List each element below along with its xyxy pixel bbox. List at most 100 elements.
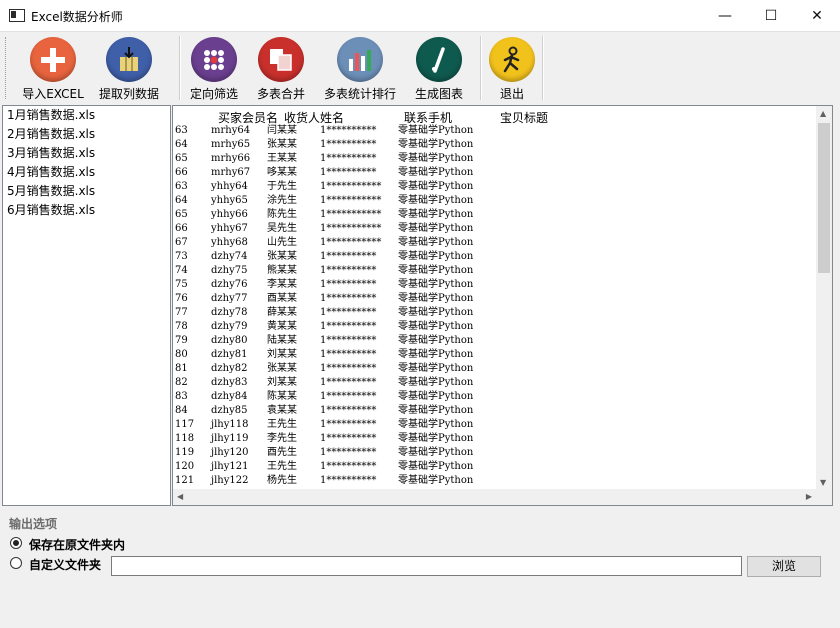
table-row[interactable]: 65 yhhy66 陈先生 1*********** 零基础学Python [175, 208, 815, 222]
radio-save-original-label[interactable]: 保存在原文件夹内 [29, 536, 125, 553]
table-row[interactable]: 81 dzhy82 张某某 1********** 零基础学Python [175, 362, 815, 376]
browse-button[interactable]: 浏览 [747, 556, 821, 577]
toolbar-separator [480, 36, 482, 100]
radio-custom-folder-label[interactable]: 自定义文件夹 [29, 556, 101, 573]
extract-column-button[interactable]: 提取列数据 [95, 34, 163, 102]
table-row[interactable]: 78 dzhy79 黄某某 1********** 零基础学Python [175, 320, 815, 334]
table-row[interactable]: 77 dzhy78 薛某某 1********** 零基础学Python [175, 306, 815, 320]
data-view[interactable]: 买家会员名 收货人姓名 联系手机 宝贝标题 63 mrhy64 闫某某 1******… [172, 105, 833, 506]
table-cell: dzhy80 [211, 335, 248, 346]
merge-tables-button[interactable]: 多表合并 [253, 34, 309, 102]
table-row[interactable]: 121 jlhy122 杨先生 1********** 零基础学Python [175, 474, 815, 488]
table-row[interactable]: 64 mrhy65 张某某 1********** 零基础学Python [175, 138, 815, 152]
minimize-button[interactable]: — [702, 0, 748, 31]
table-cell: dzhy85 [211, 405, 248, 416]
vertical-scroll-thumb[interactable] [818, 123, 830, 273]
table-row[interactable]: 84 dzhy85 袁某某 1********** 零基础学Python [175, 404, 815, 418]
horizontal-scrollbar[interactable]: ◀ ▶ [173, 489, 816, 505]
table-row[interactable]: 66 yhhy67 吴先生 1*********** 零基础学Python [175, 222, 815, 236]
file-item[interactable]: 6月销售数据.xls [3, 201, 170, 220]
table-cell: 闫某某 [267, 125, 297, 136]
generate-chart-button[interactable]: 生成图表 [411, 34, 467, 102]
table-cell: 1********** [320, 279, 377, 290]
vertical-scrollbar[interactable]: ▲ ▼ [816, 106, 832, 490]
table-row[interactable]: 73 dzhy74 张某某 1********** 零基础学Python [175, 250, 815, 264]
table-cell: 零基础学Python [398, 293, 474, 304]
scroll-right-arrow-icon[interactable]: ▶ [806, 492, 812, 501]
table-row[interactable]: 63 yhhy64 于先生 1*********** 零基础学Python [175, 180, 815, 194]
table-row[interactable]: 118 jlhy119 李先生 1********** 零基础学Python [175, 432, 815, 446]
table-cell: 1*********** [320, 223, 382, 234]
file-item[interactable]: 1月销售数据.xls [3, 106, 170, 125]
extract-column-label: 提取列数据 [98, 87, 159, 101]
table-cell: 刘某某 [267, 349, 297, 360]
table-cell: 熊某某 [267, 265, 297, 276]
scroll-down-arrow-icon[interactable]: ▼ [820, 478, 826, 487]
table-cell: 黄某某 [267, 321, 297, 332]
import-excel-button[interactable]: 导入EXCEL [21, 34, 85, 102]
file-item[interactable]: 2月销售数据.xls [3, 125, 170, 144]
radio-save-original[interactable] [10, 537, 22, 549]
file-item[interactable]: 3月销售数据.xls [3, 144, 170, 163]
table-row[interactable]: 82 dzhy83 刘某某 1********** 零基础学Python [175, 376, 815, 390]
table-cell: 陆某某 [267, 335, 297, 346]
table-cell: dzhy81 [211, 349, 248, 360]
file-list[interactable]: 1月销售数据.xls 2月销售数据.xls 3月销售数据.xls 4月销售数据.… [2, 105, 171, 506]
table-cell: 杨先生 [267, 475, 297, 486]
table-cell: yhhy68 [211, 237, 248, 248]
table-cell: 1********** [320, 447, 377, 458]
file-item[interactable]: 4月销售数据.xls [3, 163, 170, 182]
table-row[interactable]: 80 dzhy81 刘某某 1********** 零基础学Python [175, 348, 815, 362]
custom-folder-path-input[interactable] [111, 556, 742, 576]
table-cell: 袁某某 [267, 405, 297, 416]
table-cell: 1********** [320, 335, 377, 346]
table-cell: 零基础学Python [398, 265, 474, 276]
table-cell: jlhy122 [211, 475, 249, 486]
table-cell: 零基础学Python [398, 209, 474, 220]
table-cell: dzhy82 [211, 363, 248, 374]
directional-filter-button[interactable]: 定向筛选 [186, 34, 242, 102]
table-cell: 零基础学Python [398, 335, 474, 346]
table-row[interactable]: 63 mrhy64 闫某某 1********** 零基础学Python [175, 124, 815, 138]
radio-custom-folder[interactable] [10, 557, 22, 569]
table-cell: 零基础学Python [398, 377, 474, 388]
merge-tables-icon [258, 37, 304, 82]
table-cell: 零基础学Python [398, 405, 474, 416]
table-cell: 65 [175, 209, 188, 220]
table-row[interactable]: 79 dzhy80 陆某某 1********** 零基础学Python [175, 334, 815, 348]
table-row[interactable]: 76 dzhy77 酉某某 1********** 零基础学Python [175, 292, 815, 306]
file-item[interactable]: 5月销售数据.xls [3, 182, 170, 201]
table-cell: 酉某某 [267, 293, 297, 304]
table-cell: 1********** [320, 293, 377, 304]
table-cell: 零基础学Python [398, 237, 474, 248]
table-row[interactable]: 67 yhhy68 山先生 1*********** 零基础学Python [175, 236, 815, 250]
table-cell: 119 [175, 447, 195, 458]
table-cell: 73 [175, 251, 188, 262]
table-cell: 零基础学Python [398, 307, 474, 318]
close-button[interactable]: ✕ [794, 0, 840, 31]
table-cell: 零基础学Python [398, 363, 474, 374]
table-row[interactable]: 74 dzhy75 熊某某 1********** 零基础学Python [175, 264, 815, 278]
table-row[interactable]: 83 dzhy84 陈某某 1********** 零基础学Python [175, 390, 815, 404]
maximize-button[interactable]: ☐ [748, 0, 794, 31]
table-row[interactable]: 119 jlhy120 酉先生 1********** 零基础学Python [175, 446, 815, 460]
table-row[interactable]: 65 mrhy66 王某某 1********** 零基础学Python [175, 152, 815, 166]
table-cell: 74 [175, 265, 188, 276]
table-cell: jlhy120 [211, 447, 249, 458]
table-cell: 1********** [320, 363, 377, 374]
multi-table-ranking-button[interactable]: 多表统计排行 [320, 34, 400, 102]
table-row[interactable]: 117 jlhy118 王先生 1********** 零基础学Python [175, 418, 815, 432]
table-row[interactable]: 120 jlhy121 王先生 1********** 零基础学Python [175, 460, 815, 474]
exit-button[interactable]: 退出 [487, 34, 537, 102]
scroll-up-arrow-icon[interactable]: ▲ [820, 109, 826, 118]
toolbar-grip[interactable] [5, 37, 9, 99]
title-bar: Excel数据分析师 — ☐ ✕ [0, 0, 840, 32]
table-cell: 陈先生 [267, 209, 297, 220]
table-cell: 张某某 [267, 363, 297, 374]
scroll-left-arrow-icon[interactable]: ◀ [177, 492, 183, 501]
table-cell: 酉先生 [267, 447, 297, 458]
table-row[interactable]: 64 yhhy65 涂先生 1*********** 零基础学Python [175, 194, 815, 208]
table-cell: 1********** [320, 167, 377, 178]
table-row[interactable]: 75 dzhy76 李某某 1********** 零基础学Python [175, 278, 815, 292]
table-row[interactable]: 66 mrhy67 哆某某 1********** 零基础学Python [175, 166, 815, 180]
